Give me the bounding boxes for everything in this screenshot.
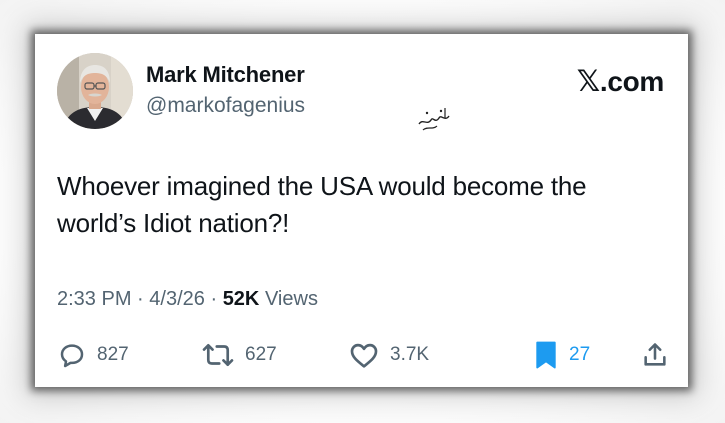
bookmark-icon (536, 341, 556, 369)
watermark-logo (418, 108, 450, 131)
avatar-photo (57, 53, 133, 129)
views-count: 52K (222, 288, 260, 310)
share-button[interactable] (641, 338, 679, 372)
reply-button[interactable]: 827 (57, 338, 129, 372)
share-icon (644, 343, 666, 366)
bookmark-button[interactable]: 27 (533, 338, 590, 372)
meta-separator: · (210, 288, 218, 310)
tweet-date[interactable]: 4/3/26 (149, 288, 205, 310)
repost-button[interactable]: 627 (201, 338, 277, 372)
author-handle[interactable]: @markofagenius (146, 94, 305, 118)
brand-label: .com (599, 66, 664, 97)
tweet-text: Whoever imagined the USA would become th… (57, 171, 587, 238)
brand-logo: 𝕏.com (576, 64, 665, 98)
reply-count: 827 (97, 344, 129, 365)
x-logo-icon: 𝕏 (576, 64, 600, 98)
repost-count: 627 (245, 344, 277, 365)
meta-separator: · (137, 288, 144, 310)
tweet-metadata: 2:33 PM · 4/3/26 · 52K Views (57, 288, 318, 311)
reply-icon (60, 344, 84, 368)
like-button[interactable]: 3.7K (348, 338, 429, 372)
tweet-time[interactable]: 2:33 PM (57, 288, 131, 310)
repost-icon (202, 343, 234, 367)
tweet-actions: 827 627 3.7K 27 (57, 338, 669, 372)
heart-icon (350, 343, 378, 368)
author-avatar[interactable] (57, 53, 133, 129)
tweet-card: Mark Mitchener @markofagenius 𝕏.com Whoe… (35, 34, 688, 387)
like-count: 3.7K (390, 344, 430, 365)
views-label: Views (264, 288, 318, 310)
author-display-name[interactable]: Mark Mitchener (146, 62, 305, 88)
bookmark-count: 27 (569, 344, 591, 365)
